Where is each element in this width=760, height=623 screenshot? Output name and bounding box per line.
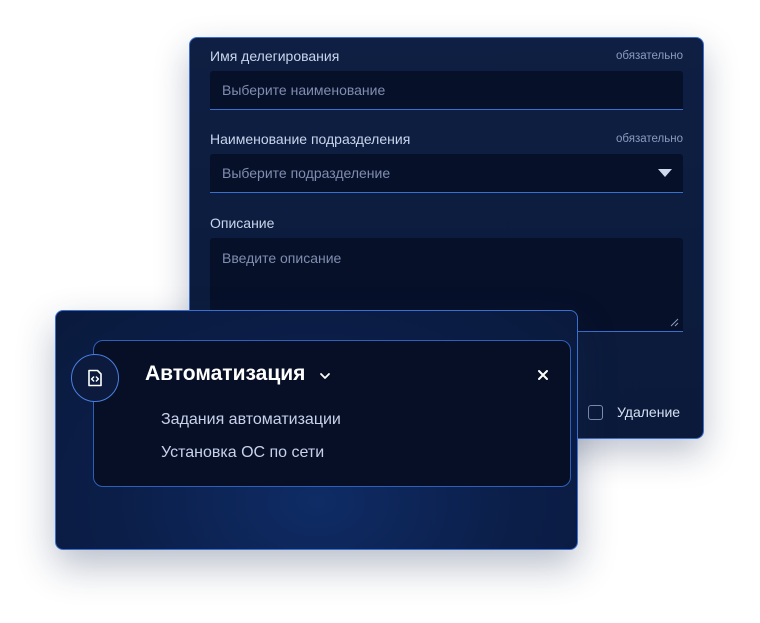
department-label: Наименование подразделения (210, 131, 411, 147)
department-dropdown[interactable]: Выберите подразделение (210, 154, 683, 193)
resize-handle-icon[interactable] (670, 318, 679, 327)
menu-item-os-network-install[interactable]: Установка ОС по сети (161, 444, 324, 462)
menu-item-automation-tasks[interactable]: Задания автоматизации (161, 411, 341, 429)
automation-title[interactable]: Автоматизация (145, 362, 305, 386)
department-placeholder: Выберите подразделение (222, 165, 391, 181)
description-label: Описание (210, 215, 275, 231)
delete-checkbox-label[interactable]: Удаление (617, 404, 680, 420)
automation-badge (71, 354, 119, 402)
caret-down-icon[interactable] (658, 169, 672, 177)
automation-panel: Автоматизация Задания автоматизации Уста… (55, 310, 578, 550)
close-icon[interactable] (536, 368, 550, 382)
delegation-name-select[interactable]: Выберите наименование (210, 71, 683, 110)
delegation-name-label: Имя делегирования (210, 48, 340, 64)
chevron-down-icon[interactable] (319, 372, 331, 380)
department-required: обязательно (616, 133, 683, 145)
delete-checkbox[interactable] (588, 405, 603, 420)
description-placeholder: Введите описание (222, 250, 342, 266)
delegation-name-placeholder: Выберите наименование (222, 82, 386, 98)
code-file-icon (88, 369, 102, 387)
delegation-name-required: обязательно (616, 50, 683, 62)
